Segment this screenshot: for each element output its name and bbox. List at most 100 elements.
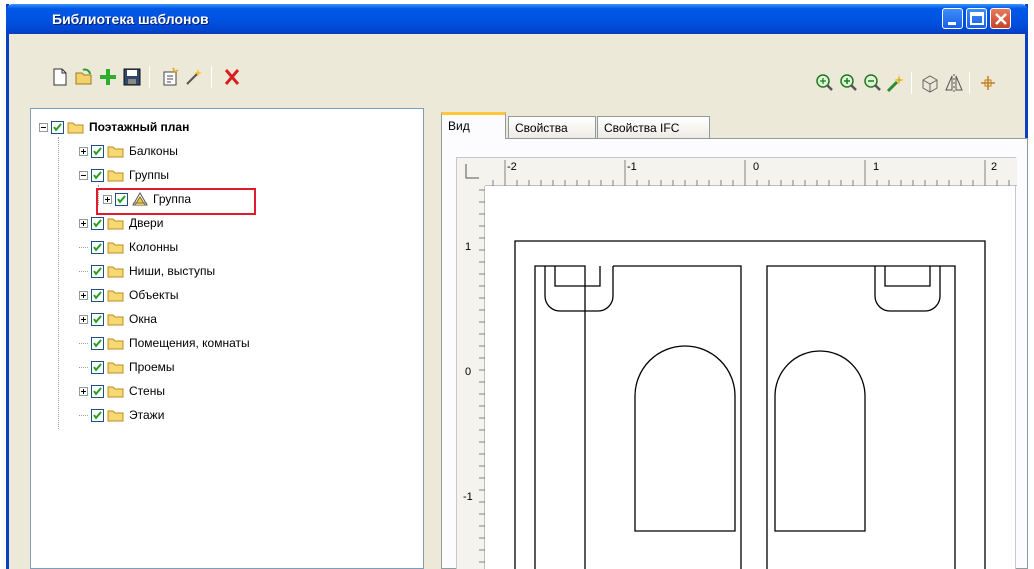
checkbox[interactable]	[51, 120, 64, 134]
tree-item-label: Ниши, выступы	[129, 264, 216, 278]
axis-corner-icon	[465, 164, 479, 179]
expand-expander[interactable]	[79, 146, 88, 156]
tree-item-label: Двери	[129, 216, 164, 230]
delete-icon	[224, 69, 240, 85]
expand-expander[interactable]	[79, 218, 88, 228]
tree-item[interactable]: Объекты	[79, 285, 179, 305]
mirror-button[interactable]	[943, 72, 965, 94]
tree-item[interactable]: Балконы	[79, 141, 178, 161]
collapse-expander[interactable]	[79, 170, 88, 180]
close-button[interactable]	[990, 8, 1011, 29]
folder-icon	[107, 240, 125, 254]
tree-item[interactable]: Ниши, выступы	[79, 261, 215, 281]
title-bar[interactable]: Библиотека шаблонов	[6, 4, 1028, 34]
ruler-label: -1	[627, 161, 637, 173]
collapse-expander[interactable]	[39, 122, 48, 132]
folder-icon	[107, 288, 125, 302]
tab-properties-label: Свойства	[515, 121, 568, 135]
new-group-button[interactable]	[159, 66, 181, 88]
ruler-label: 0	[465, 366, 472, 378]
new-file-button[interactable]	[49, 66, 71, 88]
checkbox[interactable]	[91, 288, 104, 302]
ruler-label: -2	[507, 161, 517, 173]
zoom-out-icon	[864, 74, 881, 91]
expand-expander[interactable]	[79, 386, 88, 396]
toolbar-separator	[911, 72, 912, 94]
folder-icon	[107, 312, 125, 326]
checkbox[interactable]	[91, 360, 104, 374]
floor-plan-drawing	[514, 240, 986, 569]
checkbox[interactable]	[91, 336, 104, 350]
tree-item[interactable]: Двери	[79, 213, 163, 233]
tree-item-label: Проемы	[129, 360, 175, 374]
minimize-icon	[948, 22, 956, 25]
checkbox[interactable]	[91, 240, 104, 254]
check-icon	[53, 122, 62, 132]
save-button[interactable]	[121, 66, 143, 88]
tree-line-stub	[79, 270, 88, 272]
tree-line-stub	[79, 342, 88, 344]
check-icon	[93, 146, 102, 156]
check-icon	[93, 170, 102, 180]
magic-button[interactable]	[183, 66, 205, 88]
tree-item-label: Помещения, комнаты	[129, 336, 250, 350]
check-icon	[93, 410, 102, 420]
tab-properties[interactable]: Свойства	[508, 116, 596, 138]
checkbox[interactable]	[91, 408, 104, 422]
checkbox[interactable]	[91, 384, 104, 398]
tree-item[interactable]: Колонны	[79, 237, 178, 257]
open-button[interactable]	[73, 66, 95, 88]
check-icon	[93, 242, 102, 252]
tree-item-label: Группы	[129, 168, 169, 182]
expand-expander[interactable]	[79, 314, 88, 324]
view-3d-button[interactable]	[919, 72, 941, 94]
expand-expander[interactable]	[79, 290, 88, 300]
zoom-in-button[interactable]	[837, 72, 859, 94]
tab-view-label: Вид	[448, 119, 470, 133]
zoom-fit-button[interactable]	[813, 72, 835, 94]
drawing-canvas[interactable]: -2 -1 0 1 2 1 0 -1	[456, 157, 1017, 569]
tree-line	[58, 137, 59, 429]
new-file-icon	[53, 68, 67, 86]
tree-root[interactable]: Поэтажный план	[39, 117, 189, 137]
tree-item[interactable]: Этажи	[79, 405, 164, 425]
tab-ifc-properties[interactable]: Свойства IFC	[597, 116, 710, 138]
maximize-button[interactable]	[966, 8, 987, 29]
checkbox[interactable]	[91, 168, 104, 182]
tree-item[interactable]: Группы	[79, 165, 169, 185]
add-button[interactable]	[97, 66, 119, 88]
crosshair-button[interactable]	[977, 72, 999, 94]
tab-view[interactable]: Вид	[441, 112, 506, 139]
check-icon	[93, 314, 102, 324]
zoom-window-button[interactable]	[885, 72, 907, 94]
check-icon	[93, 218, 102, 228]
tree-line-stub	[79, 366, 88, 368]
ruler-label: -1	[463, 491, 473, 503]
new-group-icon	[163, 67, 179, 86]
folder-icon	[107, 144, 125, 158]
checkbox[interactable]	[91, 264, 104, 278]
check-icon	[93, 338, 102, 348]
zoom-out-button[interactable]	[861, 72, 883, 94]
check-icon	[93, 386, 102, 396]
minimize-button[interactable]	[942, 8, 963, 29]
maximize-icon	[970, 12, 984, 25]
delete-button[interactable]	[221, 66, 243, 88]
checkbox[interactable]	[91, 216, 104, 230]
toolbar-separator	[211, 66, 212, 88]
ruler-label: 2	[991, 161, 998, 173]
tree-item-label: Стены	[129, 384, 165, 398]
tree-item[interactable]: Проемы	[79, 357, 175, 377]
ruler-corner	[457, 158, 485, 186]
tree-item[interactable]: Окна	[79, 309, 157, 329]
tree-line-stub	[79, 246, 88, 248]
window-title: Библиотека шаблонов	[52, 11, 209, 27]
tree-line-stub	[79, 414, 88, 416]
tree-item[interactable]: Помещения, комнаты	[79, 333, 250, 353]
checkbox[interactable]	[91, 312, 104, 326]
tree-item-label: Объекты	[129, 288, 179, 302]
checkbox[interactable]	[91, 144, 104, 158]
zoom-in-icon	[840, 74, 857, 91]
template-tree[interactable]: Поэтажный план Балконы Группы Группа Двери К…	[30, 108, 424, 569]
tree-item[interactable]: Стены	[79, 381, 165, 401]
